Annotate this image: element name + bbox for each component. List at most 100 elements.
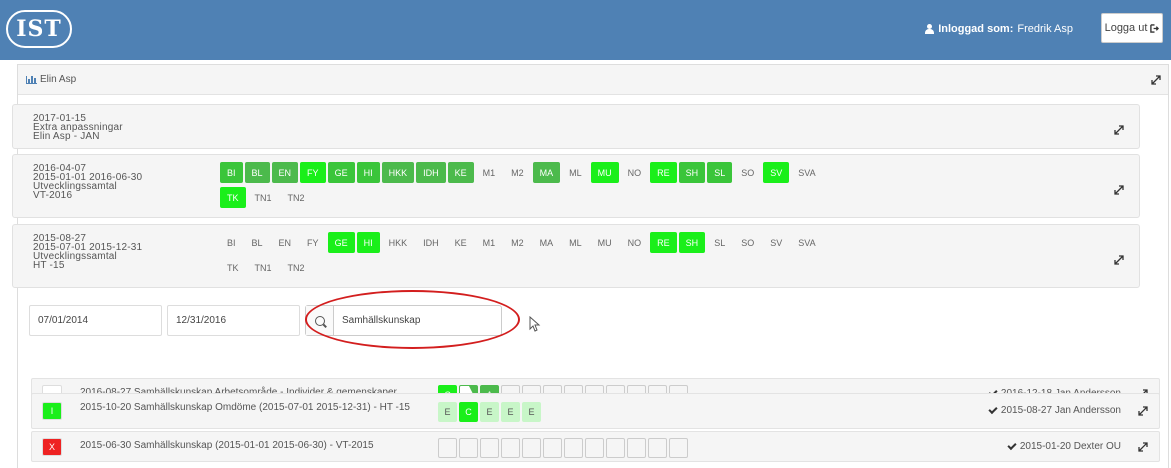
highlight-annotation — [305, 290, 520, 349]
subject-tag[interactable]: FY — [300, 232, 326, 253]
assessment-row[interactable]: X 2015-06-30 Samhällskunskap (2015-01-01… — [31, 431, 1160, 462]
subject-tag[interactable]: RE — [650, 162, 677, 183]
subject-tag[interactable]: MA — [532, 162, 561, 183]
grade-cell[interactable] — [648, 438, 667, 458]
subject-tag[interactable]: ML — [562, 232, 589, 253]
subject-tag[interactable]: RE — [650, 232, 677, 253]
expand-icon[interactable] — [1113, 124, 1125, 136]
expand-icon[interactable] — [1137, 405, 1149, 417]
subject-tag[interactable]: M1 — [476, 162, 503, 183]
grade-cell[interactable] — [501, 438, 520, 458]
subject-tag[interactable]: M2 — [504, 232, 531, 253]
subject-tag[interactable]: SO — [734, 162, 761, 183]
subject-tag[interactable]: M1 — [476, 232, 503, 253]
logout-button[interactable]: Logga ut — [1101, 13, 1163, 43]
logout-label: Logga ut — [1104, 22, 1148, 34]
subject-tag[interactable]: BI — [220, 162, 243, 183]
grade-cells — [438, 438, 688, 458]
panel-title: Elin Asp — [40, 74, 77, 85]
subject-tag[interactable]: KE — [447, 162, 474, 183]
subject-tag[interactable]: MA — [533, 232, 561, 253]
subject-tag[interactable]: GE — [327, 232, 355, 253]
subject-tag[interactable]: TN2 — [281, 187, 312, 208]
subject-tag[interactable]: HI — [356, 232, 380, 253]
subject-tag[interactable]: HKK — [381, 162, 415, 183]
logged-in-user: Inloggad som: Fredrik Asp — [925, 23, 1073, 35]
plan-card[interactable]: 2017-01-15 Extra anpassningar Elin Asp -… — [12, 104, 1140, 149]
grade-cell[interactable] — [459, 438, 478, 458]
grade-cell[interactable] — [606, 438, 625, 458]
subject-tag[interactable]: SV — [763, 232, 789, 253]
subject-tag[interactable]: SV — [763, 162, 790, 183]
subject-tag[interactable]: EN — [272, 232, 299, 253]
to-date-input[interactable]: 12/31/2016 — [167, 305, 300, 336]
grade-cell[interactable] — [585, 438, 604, 458]
subject-tag[interactable]: HI — [356, 162, 380, 183]
subject-tag[interactable]: SVA — [791, 232, 822, 253]
subject-tag[interactable]: TN1 — [248, 257, 279, 278]
subject-tag[interactable]: FY — [300, 162, 326, 183]
subject-tag[interactable]: IDH — [416, 162, 446, 183]
subject-tag[interactable]: SH — [678, 232, 706, 253]
bar-chart-icon — [26, 75, 37, 84]
from-date-input[interactable]: 07/01/2014 — [29, 305, 162, 336]
user-name: Fredrik Asp — [1017, 23, 1073, 35]
subject-tag[interactable]: IDH — [416, 232, 446, 253]
grade-cell[interactable] — [627, 438, 646, 458]
grade-cell[interactable]: E — [522, 402, 541, 422]
subject-tag[interactable]: BL — [244, 162, 270, 183]
check-icon — [988, 404, 998, 414]
subject-tag[interactable]: MU — [591, 232, 619, 253]
subject-tag[interactable]: NO — [621, 232, 649, 253]
grade-cell[interactable] — [543, 438, 562, 458]
ist-logo[interactable]: IST — [6, 10, 72, 48]
subject-tag[interactable]: SVA — [791, 162, 822, 183]
subject-tag[interactable]: TN1 — [248, 187, 279, 208]
status-badge: X — [42, 438, 62, 456]
subject-tag[interactable]: ML — [562, 162, 589, 183]
panel-header: Elin Asp — [18, 65, 1168, 95]
grade-cell[interactable]: E — [480, 402, 499, 422]
subject-tag[interactable]: TK — [220, 257, 246, 278]
assessment-row[interactable]: I 2015-10-20 Samhällskunskap Omdöme (201… — [31, 393, 1160, 429]
subject-tag[interactable]: BL — [245, 232, 270, 253]
expand-icon[interactable] — [1150, 74, 1162, 86]
grade-cell[interactable]: E — [501, 402, 520, 422]
grade-cell[interactable] — [438, 438, 457, 458]
grade-cell[interactable]: C — [459, 402, 478, 422]
subject-tag[interactable]: TK — [220, 187, 246, 208]
subject-tag[interactable]: SL — [707, 232, 732, 253]
check-icon — [1007, 440, 1017, 450]
subject-grid: BI BL EN FY GE HI HKK IDH KE M1 M2 MA ML MU NO RE SH SL SO… — [220, 232, 840, 280]
grade-cells: ECEEE — [438, 402, 541, 422]
subject-tag[interactable]: TN2 — [281, 257, 312, 278]
subject-tag[interactable]: KE — [448, 232, 474, 253]
dev-talk-info: 2015-08-27 2015-07-01 2015-12-31 Utveckl… — [33, 233, 143, 271]
grade-cell[interactable] — [480, 438, 499, 458]
subject-tag[interactable]: SL — [707, 162, 733, 183]
subject-tag[interactable]: MU — [590, 162, 619, 183]
expand-icon[interactable] — [1113, 254, 1125, 266]
subject-tag[interactable]: SH — [678, 162, 706, 183]
subject-tag[interactable]: NO — [621, 162, 649, 183]
grade-cell[interactable] — [669, 438, 688, 458]
expand-icon[interactable] — [1113, 184, 1125, 196]
user-prefix: Inloggad som: — [938, 23, 1014, 35]
subject-tag[interactable]: M2 — [504, 162, 531, 183]
grade-cell[interactable]: E — [438, 402, 457, 422]
dev-talk-card[interactable]: 2016-04-07 2015-01-01 2016-06-30 Utveckl… — [12, 154, 1140, 218]
subject-tag[interactable]: BI — [220, 232, 243, 253]
signed-by: 2015-01-20 Dexter OU — [1007, 440, 1121, 452]
subject-tag[interactable]: HKK — [382, 232, 415, 253]
expand-icon[interactable] — [1137, 441, 1149, 453]
dev-talk-card[interactable]: 2015-08-27 2015-07-01 2015-12-31 Utveckl… — [12, 224, 1140, 288]
grade-cell[interactable] — [564, 438, 583, 458]
user-icon — [925, 24, 935, 34]
subject-grid: BI BL EN FY GE HI HKK IDH KE M1 M2 MA ML MU NO RE SH SL SO… — [220, 162, 840, 210]
subject-tag[interactable]: GE — [327, 162, 355, 183]
subject-tag[interactable]: EN — [271, 162, 299, 183]
mouse-cursor-icon — [529, 316, 541, 332]
grade-cell[interactable] — [522, 438, 541, 458]
subject-tag[interactable]: SO — [734, 232, 761, 253]
signed-by: 2015-08-27 Jan Andersson — [988, 404, 1121, 416]
